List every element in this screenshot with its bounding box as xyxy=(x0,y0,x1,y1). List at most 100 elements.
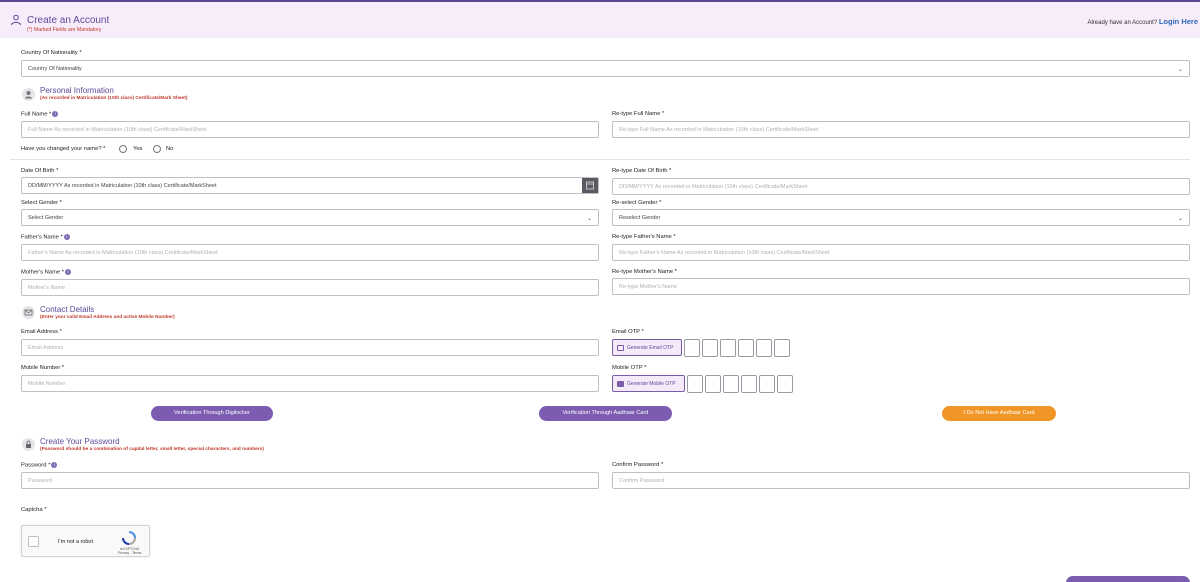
password-input[interactable]: Password xyxy=(21,472,599,489)
generate-mobile-otp-button[interactable]: Generate Mobile OTP xyxy=(612,375,685,392)
mother-name-placeholder: Mother's Name xyxy=(28,285,66,291)
recaptcha-logo-icon xyxy=(122,531,136,545)
mobile-otp-digit-5[interactable] xyxy=(759,375,775,393)
retype-dob-input[interactable]: DD/MM/YYYY As recorded in Matriculation … xyxy=(612,178,1190,195)
verify-aadhaar-button[interactable]: Verification Through Aadhaar Card xyxy=(539,406,672,421)
verify-digilocker-button[interactable]: Verification Through Digilocker xyxy=(151,406,273,421)
section-divider xyxy=(10,159,1190,160)
login-link[interactable]: Login Here xyxy=(1159,17,1198,26)
email-otp-digit-5[interactable] xyxy=(756,339,772,357)
nationality-value: Country Of Nationality xyxy=(28,66,82,72)
reselect-gender-value: Reselect Gender xyxy=(619,215,661,221)
confirm-password-input[interactable]: Confirm Password xyxy=(612,472,1190,489)
gender-label: Select Gender * xyxy=(21,200,62,206)
changed-name-yes-radio[interactable] xyxy=(119,145,127,153)
personal-info-title: Personal Information xyxy=(40,86,114,95)
login-prompt: Already have an Account? Login Here xyxy=(1087,17,1198,26)
retype-mother-name-placeholder: Re-type Mother's Name xyxy=(619,284,677,290)
mobile-otp-digit-3[interactable] xyxy=(723,375,739,393)
mobile-otp-digit-6[interactable] xyxy=(777,375,793,393)
mother-name-label: Mother's Name * i xyxy=(21,269,71,276)
nationality-label: Country Of Nationality * xyxy=(21,50,82,56)
mobile-otp-digit-4[interactable] xyxy=(741,375,757,393)
no-aadhaar-button[interactable]: I Do Not Have Aadhaar Card xyxy=(942,406,1056,421)
changed-name-no-radio[interactable] xyxy=(153,145,161,153)
captcha-label: Captcha * xyxy=(21,507,47,513)
email-otp-digit-4[interactable] xyxy=(738,339,754,357)
confirm-password-label: Confirm Password * xyxy=(612,462,664,468)
father-name-input[interactable]: Father's Name As recorded in Matriculati… xyxy=(21,244,599,261)
recaptcha-text: I'm not a robot xyxy=(58,539,93,545)
retype-dob-label: Re-type Date Of Birth * xyxy=(612,168,672,174)
contact-details-title: Contact Details xyxy=(40,305,95,314)
retype-mother-name-input[interactable]: Re-type Mother's Name xyxy=(612,278,1190,295)
mobile-otp-digit-2[interactable] xyxy=(705,375,721,393)
retype-full-name-input[interactable]: Re-type Full Name As recorded in Matricu… xyxy=(612,121,1190,138)
calendar-icon[interactable] xyxy=(582,178,598,193)
confirm-password-placeholder: Confirm Password xyxy=(619,478,664,484)
retype-full-name-label: Re-type Full Name * xyxy=(612,111,665,117)
create-password-subtitle: (Password should be a combination of cap… xyxy=(40,447,264,452)
dob-input[interactable]: DD/MM/YYYY As recorded in Matriculation … xyxy=(21,177,599,194)
email-placeholder: Email Address xyxy=(28,345,64,351)
phone-icon xyxy=(617,381,624,387)
generate-mobile-otp-label: Generate Mobile OTP xyxy=(627,381,676,387)
already-account-text: Already have an Account? xyxy=(1087,20,1158,26)
no-label: No xyxy=(166,146,174,152)
full-name-input[interactable]: Full Name As recorded in Matriculation (… xyxy=(21,121,599,138)
retype-full-name-placeholder: Re-type Full Name As recorded in Matricu… xyxy=(619,127,819,133)
info-icon[interactable]: i xyxy=(51,462,58,468)
chevron-down-icon: ⌄ xyxy=(586,216,592,222)
lock-icon xyxy=(22,438,35,451)
reselect-gender-label: Re-select Gender * xyxy=(612,200,662,206)
nationality-select[interactable]: Country Of Nationality ⌄ xyxy=(21,60,1190,77)
father-name-label: Father's Name * i xyxy=(21,234,70,241)
email-otp-digit-3[interactable] xyxy=(720,339,736,357)
mobile-input[interactable]: Mobile Number xyxy=(21,375,599,392)
person-icon xyxy=(22,88,35,101)
mobile-otp-label: Mobile OTP * xyxy=(612,365,647,371)
retype-father-name-placeholder: Re-type Father's Name As recorded in Mat… xyxy=(619,250,830,256)
recaptcha-brand: reCAPTCHA Privacy - Terms xyxy=(118,547,142,555)
user-add-icon xyxy=(11,14,21,26)
chevron-down-icon: ⌄ xyxy=(1177,67,1183,73)
retype-father-name-label: Re-type Father's Name * xyxy=(612,234,676,240)
info-icon[interactable]: i xyxy=(65,269,71,275)
retype-father-name-input[interactable]: Re-type Father's Name As recorded in Mat… xyxy=(612,244,1190,261)
father-name-placeholder: Father's Name As recorded in Matriculati… xyxy=(28,250,218,256)
page-title: Create an Account xyxy=(27,15,110,26)
recaptcha-checkbox[interactable] xyxy=(28,536,39,547)
generate-email-otp-button[interactable]: Generate Email OTP xyxy=(612,339,682,356)
recaptcha-widget: I'm not a robot reCAPTCHA Privacy - Terms xyxy=(21,525,150,557)
gender-select[interactable]: Select Gender ⌄ xyxy=(21,209,599,226)
changed-name-question: Have you changed your name? * xyxy=(21,146,106,152)
yes-label: Yes xyxy=(133,146,143,152)
retype-dob-placeholder: DD/MM/YYYY As recorded in Matriculation … xyxy=(619,184,808,190)
email-input[interactable]: Email Address xyxy=(21,339,599,356)
mail-icon xyxy=(22,306,35,319)
email-otp-digit-2[interactable] xyxy=(702,339,718,357)
mobile-otp-digit-1[interactable] xyxy=(687,375,703,393)
mail-icon xyxy=(617,345,624,351)
submit-button[interactable] xyxy=(1066,576,1190,582)
email-label: Email Address * xyxy=(21,329,62,335)
gender-value: Select Gender xyxy=(28,215,64,221)
create-password-title: Create Your Password xyxy=(40,437,120,446)
contact-details-subtitle: (Enter your valid Email Address and acti… xyxy=(40,315,175,320)
email-otp-label: Email OTP * xyxy=(612,329,644,335)
email-otp-digit-1[interactable] xyxy=(684,339,700,357)
dob-placeholder: DD/MM/YYYY As recorded in Matriculation … xyxy=(28,183,217,189)
mother-name-input[interactable]: Mother's Name xyxy=(21,279,599,296)
info-icon[interactable]: i xyxy=(52,111,59,117)
page-header: Create an Account (*) Marked Fields are … xyxy=(0,2,1200,38)
info-icon[interactable]: i xyxy=(63,234,70,240)
chevron-down-icon: ⌄ xyxy=(1177,216,1183,222)
email-otp-digit-6[interactable] xyxy=(774,339,790,357)
mobile-label: Mobile Number * xyxy=(21,365,65,371)
reselect-gender-select[interactable]: Reselect Gender ⌄ xyxy=(612,209,1190,226)
full-name-label: Full Name * i xyxy=(21,111,59,118)
mandatory-note: (*) Marked Fields are Mandatory xyxy=(27,27,102,33)
retype-mother-name-label: Re-type Mother's Name * xyxy=(612,269,677,275)
generate-email-otp-label: Generate Email OTP xyxy=(627,345,674,351)
dob-label: Date Of Birth * xyxy=(21,168,59,174)
